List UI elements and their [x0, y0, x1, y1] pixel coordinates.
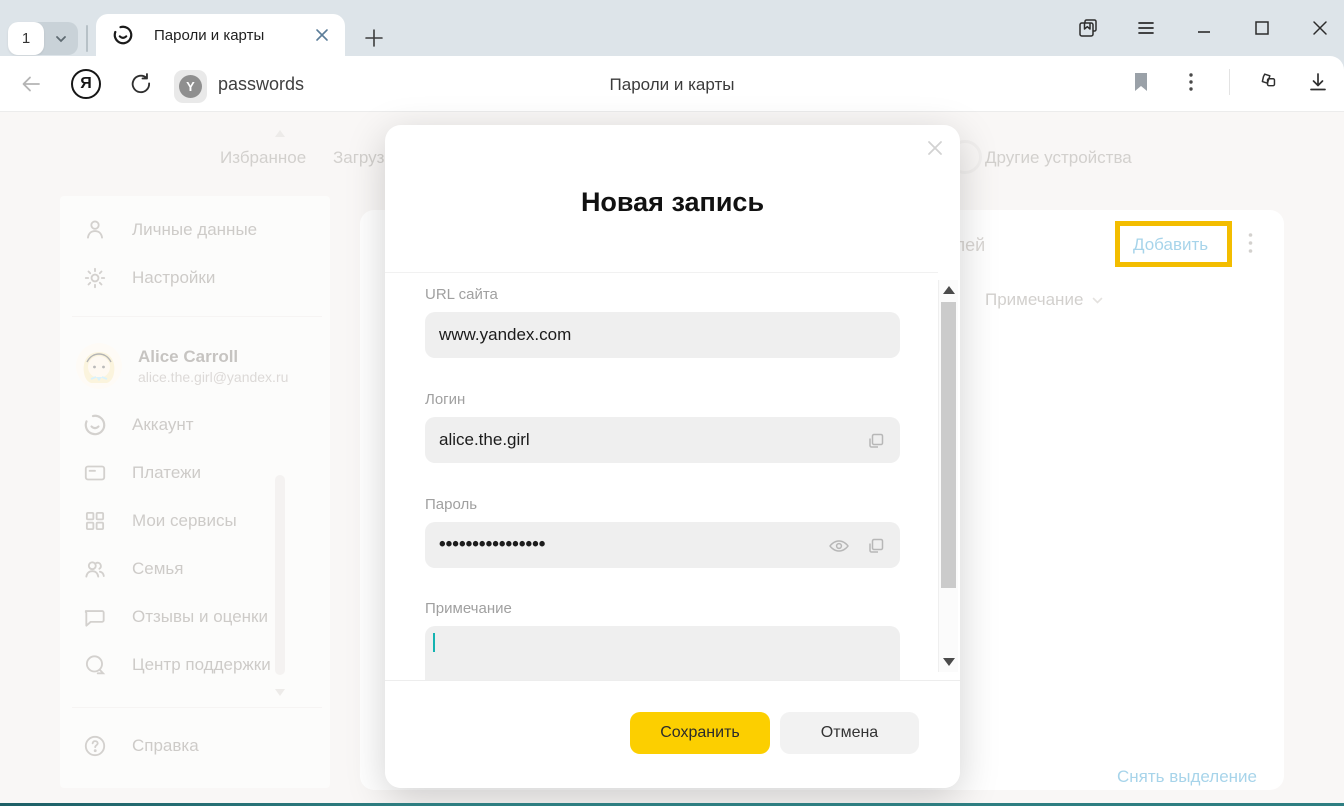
text-caret: [433, 633, 435, 652]
download-icon[interactable]: [1306, 70, 1330, 94]
annotation-highlight-add-button: [1115, 221, 1232, 267]
yandex-id-smile-icon: [112, 24, 134, 46]
minimize-icon[interactable]: [1192, 16, 1216, 40]
tab-counter-value[interactable]: 1: [8, 22, 44, 55]
titlebar: 1 Пароли и карты: [0, 0, 1344, 56]
scroll-down-icon[interactable]: [943, 658, 955, 666]
new-entry-dialog: Новая запись URL сайта Логин Пароль: [385, 125, 960, 788]
tab-passwords[interactable]: Пароли и карты: [96, 14, 345, 56]
save-button[interactable]: Сохранить: [630, 712, 770, 754]
address-text[interactable]: passwords: [218, 74, 304, 95]
bookmark-icon[interactable]: [1129, 70, 1153, 94]
menu-icon[interactable]: [1134, 16, 1158, 40]
note-label: Примечание: [425, 600, 512, 617]
password-label: Пароль: [425, 496, 477, 513]
tabstrip-separator: [86, 25, 88, 52]
cancel-button[interactable]: Отмена: [780, 712, 919, 754]
copy-icon[interactable]: [866, 431, 886, 451]
tab-counter[interactable]: 1: [8, 22, 78, 55]
scroll-up-icon[interactable]: [943, 286, 955, 294]
dialog-title: Новая запись: [385, 187, 960, 218]
new-tab-button[interactable]: [358, 22, 390, 54]
scrollbar-thumb[interactable]: [941, 302, 956, 588]
dialog-form: URL сайта Логин Пароль Примечание: [385, 272, 938, 680]
browser-window: 1 Пароли и карты: [0, 0, 1344, 806]
maximize-icon[interactable]: [1250, 16, 1274, 40]
toolbar-separator: [1229, 69, 1230, 95]
tab-close-icon[interactable]: [313, 26, 331, 44]
eye-icon[interactable]: [828, 536, 850, 556]
back-arrow-icon[interactable]: [18, 71, 44, 97]
panels-icon[interactable]: [1076, 16, 1100, 40]
yandex-logo[interactable]: Я: [71, 69, 101, 99]
close-icon[interactable]: [1308, 16, 1332, 40]
login-label: Логин: [425, 391, 465, 408]
url-label: URL сайта: [425, 286, 498, 303]
tab-title: Пароли и карты: [154, 27, 264, 44]
protect-badge-icon[interactable]: Y: [174, 70, 207, 103]
url-input[interactable]: [425, 312, 900, 358]
collections-flag-icon[interactable]: [1256, 70, 1280, 94]
kebab-icon[interactable]: [1179, 70, 1203, 94]
copy-icon[interactable]: [866, 536, 886, 556]
login-input[interactable]: [425, 417, 900, 463]
chevron-down-icon[interactable]: [44, 32, 78, 46]
dialog-scrollbar[interactable]: [938, 280, 958, 672]
note-textarea[interactable]: [425, 626, 900, 680]
dialog-footer: Сохранить Отмена: [385, 680, 960, 788]
refresh-icon[interactable]: [128, 71, 154, 97]
dialog-close-icon[interactable]: [922, 135, 948, 161]
